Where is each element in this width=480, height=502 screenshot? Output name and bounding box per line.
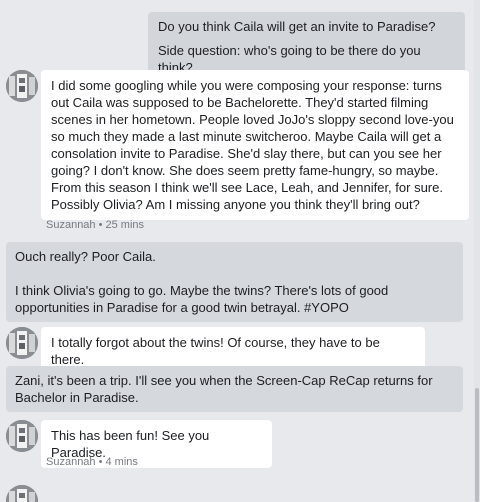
- avatar[interactable]: [6, 485, 38, 502]
- avatar[interactable]: [6, 70, 38, 102]
- scrollbar[interactable]: [474, 0, 480, 502]
- message-text: I did some googling while you were compo…: [51, 78, 454, 212]
- message-bubble-self: Zani, it's been a trip. I'll see you whe…: [6, 366, 463, 412]
- avatar-photo-icon: [6, 485, 38, 502]
- scrollbar-thumb[interactable]: [475, 388, 479, 502]
- avatar-photo-icon: [6, 327, 38, 359]
- avatar-photo-icon: [6, 70, 38, 102]
- message-text: Zani, it's been a trip. I'll see you whe…: [15, 373, 433, 405]
- message-bubble-self: Ouch really? Poor Caila. I think Olivia'…: [6, 242, 463, 322]
- avatar[interactable]: [6, 327, 38, 359]
- message-text: Do you think Caila will get an invite to…: [158, 19, 436, 34]
- message-bubble-other: I did some googling while you were compo…: [41, 70, 469, 220]
- avatar-photo-icon: [6, 420, 38, 452]
- message-meta: Suzannah • 25 mins: [46, 219, 145, 231]
- message-text: Ouch really? Poor Caila.: [15, 249, 156, 264]
- message-text: I think Olivia's going to go. Maybe the …: [15, 283, 389, 315]
- message-meta: Suzannah • 4 mins: [46, 456, 138, 468]
- message-text: I totally forgot about the twins! Of cou…: [51, 335, 380, 367]
- avatar[interactable]: [6, 420, 38, 452]
